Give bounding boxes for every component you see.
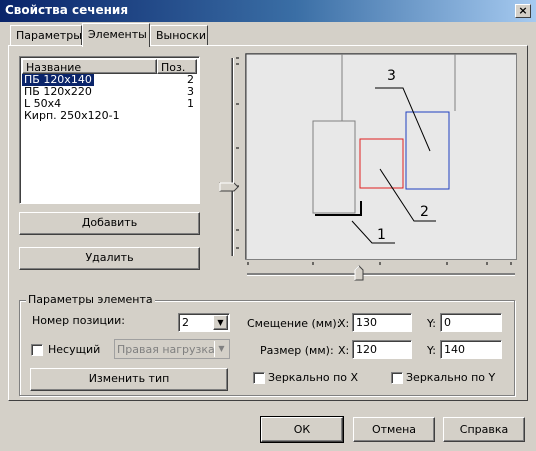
add-button[interactable]: Добавить [19, 212, 200, 235]
list-header-name[interactable]: Название [22, 59, 157, 74]
element-params-title: Параметры элемента [26, 293, 155, 306]
offset-y-input[interactable]: 0 [440, 313, 502, 332]
tab-callouts[interactable]: Выноски [150, 25, 208, 45]
cancel-button[interactable]: Отмена [353, 417, 435, 442]
change-type-button[interactable]: Изменить тип [30, 368, 228, 391]
horizontal-slider[interactable] [245, 260, 519, 282]
callout-1: 1 [377, 227, 386, 243]
callout-3: 3 [387, 68, 396, 84]
size-y-input[interactable]: 140 [440, 340, 502, 359]
vertical-slider[interactable] [218, 54, 244, 260]
position-label: Номер позиции: [32, 314, 125, 327]
mirror-y-checkbox[interactable] [391, 372, 403, 384]
load-select[interactable]: Правая нагрузка ▼ [114, 339, 230, 359]
callout-2: 2 [420, 204, 429, 220]
size-x-input[interactable]: 120 [352, 340, 412, 359]
position-select[interactable]: 2 ▼ [178, 313, 230, 332]
bearing-label: Несущий [48, 343, 101, 356]
tab-elements[interactable]: Элементы [82, 23, 150, 47]
ok-button[interactable]: ОК [260, 416, 344, 443]
mirror-x-label: Зеркально по X [268, 371, 359, 384]
chevron-down-icon: ▼ [214, 341, 228, 357]
size-label: Размер (мм): [260, 344, 334, 357]
mirror-y-label: Зеркально по Y [406, 371, 496, 384]
list-item-name: Кирп. 250х120-1 [24, 109, 120, 122]
list-item-pos: 1 [187, 97, 194, 110]
offset-x-input[interactable]: 130 [352, 313, 412, 332]
load-value: Правая нагрузка [117, 343, 215, 356]
list-item[interactable]: Кирп. 250х120-1 [22, 110, 197, 122]
offset-label: Смещение (мм): [247, 317, 341, 330]
elements-list[interactable]: Название Поз. ПБ 120х140 2 ПБ 120х220 3 … [19, 56, 200, 204]
section-preview[interactable]: 3 2 1 [245, 53, 517, 260]
position-value: 2 [182, 316, 189, 329]
size-y-label: Y: [427, 344, 436, 357]
size-x-label: X: [338, 344, 350, 357]
chevron-down-icon[interactable]: ▼ [213, 315, 228, 330]
bearing-checkbox[interactable] [31, 344, 43, 356]
tab-parameters[interactable]: Параметры [10, 25, 82, 45]
help-button[interactable]: Справка [443, 417, 525, 442]
delete-button[interactable]: Удалить [19, 247, 200, 270]
offset-y-label: Y: [427, 317, 436, 330]
window-title: Свойства сечения [5, 3, 129, 17]
close-button[interactable]: × [515, 4, 531, 18]
offset-x-label: X: [338, 317, 350, 330]
mirror-x-checkbox[interactable] [253, 372, 265, 384]
list-header-pos[interactable]: Поз. [157, 59, 197, 74]
